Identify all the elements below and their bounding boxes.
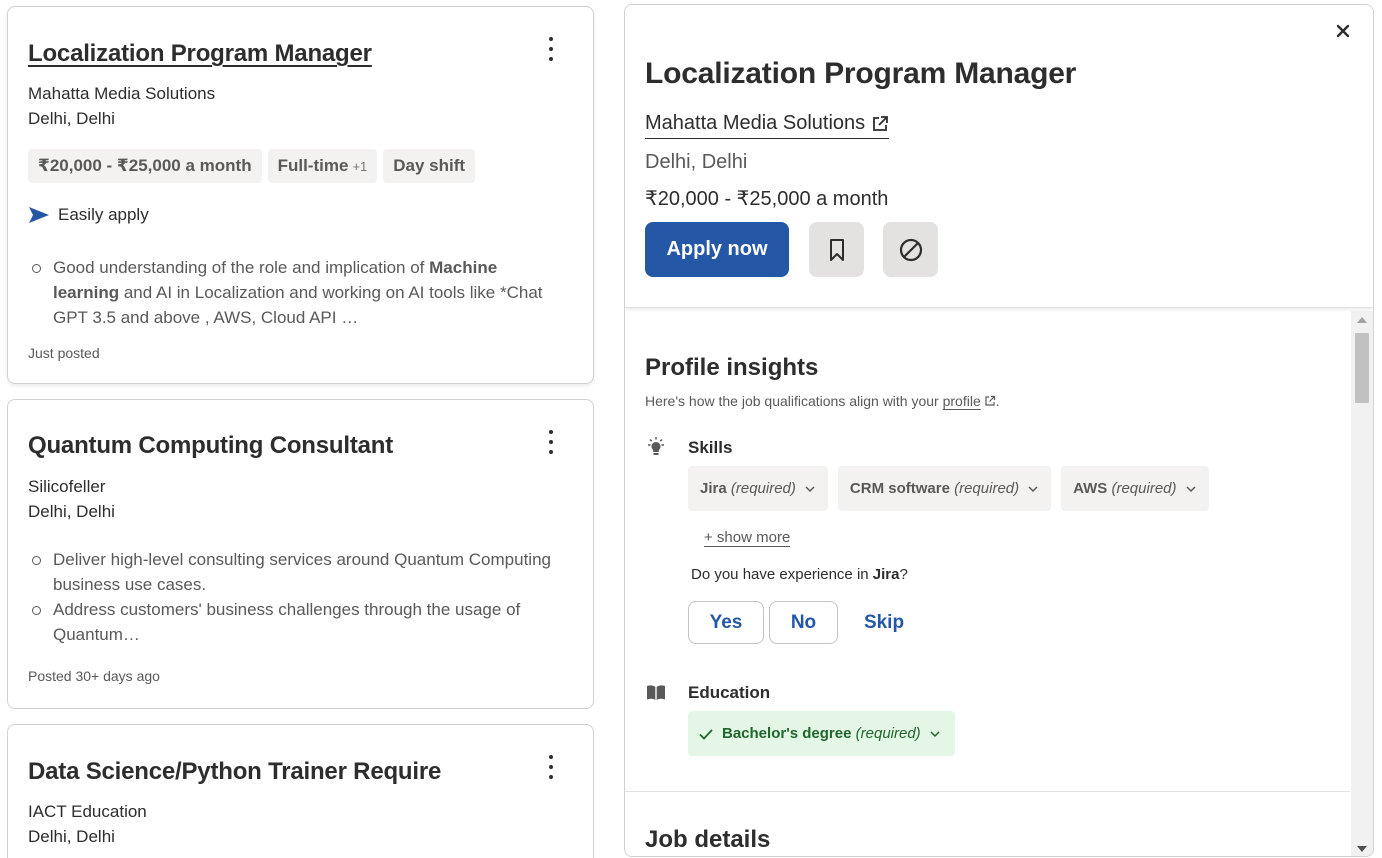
question-skill: Jira: [872, 566, 900, 583]
job-type-tag: Full-time +1: [267, 149, 378, 183]
save-job-button[interactable]: [809, 222, 864, 277]
profile-insights-title: Profile insights: [645, 354, 819, 381]
external-link-icon: [873, 115, 889, 131]
answer-yes-button[interactable]: Yes: [688, 601, 764, 644]
job-snippet: Deliver high-level consulting services a…: [32, 547, 553, 647]
scroll-up-arrow-icon[interactable]: [1357, 317, 1367, 323]
job-detail-header: Localization Program Manager Mahatta Med…: [625, 5, 1373, 308]
subtitle-text: Here's how the job qualifications align …: [645, 393, 943, 409]
skill-name: AWS: [1073, 480, 1108, 497]
job-card[interactable]: Data Science/Python Trainer Require IACT…: [7, 724, 594, 858]
skill-name: CRM software: [849, 480, 950, 497]
answer-no-button[interactable]: No: [769, 601, 838, 644]
more-options-icon[interactable]: [541, 753, 561, 781]
company-name: Mahatta Media Solutions: [28, 84, 216, 103]
book-icon: [647, 685, 665, 700]
job-detail-panel: Localization Program Manager Mahatta Med…: [624, 4, 1374, 857]
question-text: Do you have experience in: [691, 566, 873, 583]
job-detail-body: Profile insights Here's how the job qual…: [625, 308, 1352, 856]
detail-company-link[interactable]: Mahatta Media Solutions: [645, 112, 890, 139]
snippet-bullet: Address customers' business challenges t…: [32, 597, 553, 647]
skill-question: Do you have experience in Jira?: [691, 566, 908, 583]
job-location: Delhi, Delhi: [28, 109, 115, 128]
education-chip[interactable]: Bachelor's degree (required): [688, 711, 955, 756]
question-text: ?: [899, 566, 908, 583]
skill-required: (required): [954, 480, 1020, 497]
profile-insights-subtitle: Here's how the job qualifications align …: [645, 393, 1000, 409]
job-location: Delhi, Delhi: [28, 502, 115, 521]
salary-tag: ₹20,000 - ₹25,000 a month: [28, 149, 262, 183]
job-location: Delhi, Delhi: [28, 827, 115, 846]
skill-required: (required): [730, 480, 796, 497]
close-icon[interactable]: [1333, 21, 1353, 41]
more-options-icon[interactable]: [541, 428, 561, 456]
send-arrow-icon: [29, 207, 49, 223]
not-interested-button[interactable]: [883, 222, 938, 277]
company-name: IACT Education: [28, 802, 147, 821]
education-label: Education: [688, 683, 771, 702]
snippet-text: and AI in Localization and working on AI…: [53, 283, 543, 327]
skill-chip-aws[interactable]: AWS (required): [1061, 466, 1209, 511]
block-icon: [899, 238, 922, 261]
detail-scrollbar[interactable]: [1351, 311, 1373, 856]
chevron-down-icon: [930, 730, 940, 737]
profile-link[interactable]: profile: [943, 393, 996, 409]
detail-job-title: Localization Program Manager: [645, 57, 1077, 90]
job-title-link[interactable]: Localization Program Manager: [28, 40, 372, 68]
profile-link-label: profile: [942, 393, 981, 409]
chevron-down-icon: [1185, 485, 1196, 492]
education-name: Bachelor's degree: [722, 725, 852, 742]
section-divider: [625, 791, 1350, 792]
shift-tag: Day shift: [383, 149, 476, 183]
chevron-down-icon: [805, 485, 815, 492]
posted-date: Just posted: [28, 345, 100, 361]
external-link-icon: [985, 395, 995, 406]
scroll-down-arrow-icon[interactable]: [1357, 846, 1367, 852]
detail-location: Delhi, Delhi: [645, 151, 748, 173]
detail-salary: ₹20,000 - ₹25,000 a month: [645, 188, 889, 210]
subtitle-text: .: [995, 393, 1000, 409]
checkmark-icon: [699, 728, 713, 740]
job-snippet: Good understanding of the role and impli…: [32, 255, 553, 330]
more-options-icon[interactable]: [541, 35, 561, 63]
apply-now-button[interactable]: Apply now: [645, 222, 789, 277]
job-tags: ₹20,000 - ₹25,000 a month Full-time +1 Da…: [28, 149, 476, 183]
job-title-link[interactable]: Quantum Computing Consultant: [28, 432, 393, 460]
company-name: Silicofeller: [28, 477, 106, 496]
snippet-text: Good understanding of the role and impli…: [53, 258, 430, 277]
snippet-bullet: Deliver high-level consulting services a…: [32, 547, 553, 597]
detail-company-name: Mahatta Media Solutions: [645, 112, 866, 134]
easily-apply-label: Easily apply: [58, 205, 149, 224]
easily-apply-badge: Easily apply: [28, 205, 149, 225]
chevron-down-icon: [1028, 485, 1038, 492]
job-details-title: Job details: [645, 826, 771, 853]
lightbulb-icon: [648, 437, 664, 455]
show-more-skills-button[interactable]: + show more: [704, 529, 791, 547]
scrollbar-thumb[interactable]: [1355, 333, 1369, 403]
skill-chip-crm-software[interactable]: CRM software (required): [837, 466, 1052, 511]
job-title-link[interactable]: Data Science/Python Trainer Require: [28, 758, 441, 786]
skill-chip-jira[interactable]: Jira (required): [688, 466, 828, 511]
skill-required: (required): [1111, 480, 1177, 497]
education-required: (required): [855, 725, 921, 742]
answer-skip-button[interactable]: Skip: [850, 601, 918, 644]
bookmark-icon: [829, 238, 844, 261]
snippet-bullet: Good understanding of the role and impli…: [32, 255, 553, 330]
job-card[interactable]: Quantum Computing Consultant Silicofelle…: [7, 399, 594, 709]
job-type-more: +1: [352, 159, 368, 174]
posted-date: Posted 30+ days ago: [28, 668, 160, 684]
skills-label: Skills: [688, 438, 733, 457]
skill-name: Jira: [700, 480, 727, 497]
job-card[interactable]: Localization Program Manager Mahatta Med…: [7, 6, 594, 384]
skills-chips: Jira (required) CRM software (required) …: [688, 466, 1209, 511]
job-type-label: Full-time: [277, 156, 349, 175]
